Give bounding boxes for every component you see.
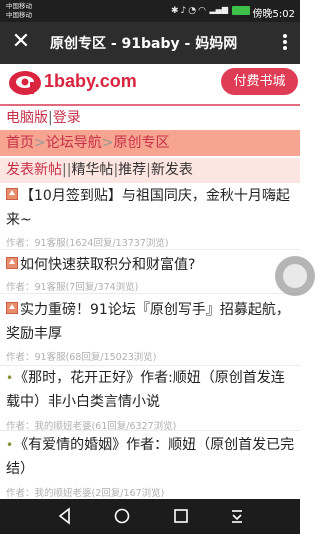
post-title[interactable]: 【10月签到贴】与祖国同庆，金秋十月嗨起来~ — [6, 184, 290, 232]
post-title-text[interactable]: 实力重磅！91论坛『原创写手』招募起航，奖励丰厚 — [6, 302, 290, 342]
post-meta: 作者：91客服(1624回复/13737浏览) — [6, 238, 169, 249]
account-links: 电脑版|登录 — [6, 107, 81, 129]
pinned-arrow-icon — [6, 188, 18, 200]
breadcrumb-current[interactable]: 原创专区 — [113, 135, 169, 151]
breadcrumb: 首页>论坛导航>原创专区 — [0, 130, 300, 156]
tab-recommend[interactable]: 推荐 — [118, 162, 146, 178]
list-item[interactable]: 如何快速获取积分和财富值? 作者：91客服(7回复/374浏览) — [0, 253, 300, 293]
pinned-arrow-icon — [6, 302, 18, 314]
bluetooth-icon: ✱ — [170, 6, 181, 16]
home-icon[interactable] — [113, 507, 131, 525]
list-divider — [0, 430, 300, 431]
logo-icon — [9, 71, 41, 95]
clock: 傍晚5:02 — [252, 9, 295, 20]
list-item[interactable]: •《有爱情的婚姻》作者：顺妞（原创首发已完结） 作者：我的顺妞老婆(2回复/16… — [0, 433, 300, 499]
desktop-version-link[interactable]: 电脑版 — [6, 110, 48, 126]
tab-featured[interactable]: 精华帖 — [71, 162, 113, 178]
logo-text[interactable]: 1baby.com — [44, 71, 137, 92]
list-item[interactable]: •《那时，花开正好》作者:顺妞（原创首发连载中）非小白类言情小说 作者：我的顺妞… — [0, 366, 300, 432]
floating-scroll-handle[interactable] — [275, 256, 315, 296]
post-title-text[interactable]: 如何快速获取积分和财富值? — [20, 257, 195, 273]
post-title[interactable]: •《有爱情的婚姻》作者：顺妞（原创首发已完结） — [6, 433, 300, 481]
post-title[interactable]: 如何快速获取积分和财富值? — [6, 253, 276, 277]
back-icon[interactable] — [56, 507, 74, 525]
forum-tabs: 发表新帖||精华帖|推荐|新发表 — [0, 158, 300, 183]
post-meta: 作者：我的顺妞老婆(2回复/167浏览) — [6, 488, 165, 499]
alarm-icon: ◔ — [188, 6, 199, 16]
page-title: 原创专区 - 91baby - 妈妈网 — [50, 36, 238, 52]
publish-new-post-link[interactable]: 发表新帖 — [6, 162, 62, 178]
paid-bookstore-button[interactable]: 付费书城 — [221, 68, 298, 95]
more-options-icon[interactable] — [282, 32, 288, 54]
battery-icon — [232, 6, 250, 15]
post-meta: 作者：91客服(68回复/15023浏览) — [6, 352, 157, 363]
list-item[interactable]: 实力重磅！91论坛『原创写手』招募起航，奖励丰厚 作者：91客服(68回复/15… — [0, 298, 300, 364]
close-icon[interactable]: ✕ — [10, 28, 32, 56]
tab-newest[interactable]: 新发表 — [151, 162, 193, 178]
list-item[interactable]: 【10月签到贴】与祖国同庆，金秋十月嗨起来~ 作者：91客服(1624回复/13… — [0, 184, 300, 249]
status-bar: 中国移动 中国移动 ✱♪◔◠ ▂▄▆ 傍晚5:02 — [0, 0, 300, 22]
status-icons: ✱♪◔◠ — [171, 6, 208, 16]
login-link[interactable]: 登录 — [53, 110, 81, 126]
post-title[interactable]: 实力重磅！91论坛『原创写手』招募起航，奖励丰厚 — [6, 298, 296, 346]
download-menu-icon[interactable] — [228, 507, 246, 525]
breadcrumb-forum-nav[interactable]: 论坛导航 — [46, 135, 102, 151]
post-title-text[interactable]: 【10月签到贴】与祖国同庆，金秋十月嗨起来~ — [6, 188, 290, 228]
wifi-icon: ◠ — [198, 6, 208, 16]
system-nav-bar — [0, 499, 300, 534]
post-title-text[interactable]: 《那时，花开正好》作者:顺妞（原创首发连载中）非小白类言情小说 — [6, 370, 285, 410]
site-header: 1baby.com 付费书城 — [0, 64, 300, 104]
post-title[interactable]: •《那时，花开正好》作者:顺妞（原创首发连载中）非小白类言情小说 — [6, 366, 296, 414]
list-divider — [0, 293, 300, 294]
header-divider — [0, 104, 300, 106]
carrier-label-2: 中国移动 — [6, 11, 32, 19]
bullet-icon: • — [6, 371, 14, 385]
breadcrumb-separator: > — [34, 135, 46, 151]
recent-apps-icon[interactable] — [172, 507, 190, 525]
carrier-label-1: 中国移动 — [6, 2, 32, 10]
signal-icon: ▂▄▆ — [209, 5, 228, 14]
post-meta: 作者：91客服(7回复/374浏览) — [6, 282, 139, 293]
post-title-text[interactable]: 《有爱情的婚姻》作者：顺妞（原创首发已完结） — [6, 437, 294, 477]
breadcrumb-separator: > — [101, 135, 114, 151]
breadcrumb-home[interactable]: 首页 — [6, 135, 34, 151]
bullet-icon: • — [6, 438, 14, 452]
window-title-bar: ✕ 原创专区 - 91baby - 妈妈网 — [0, 22, 300, 64]
pinned-arrow-icon — [6, 257, 18, 269]
list-divider — [0, 249, 300, 250]
